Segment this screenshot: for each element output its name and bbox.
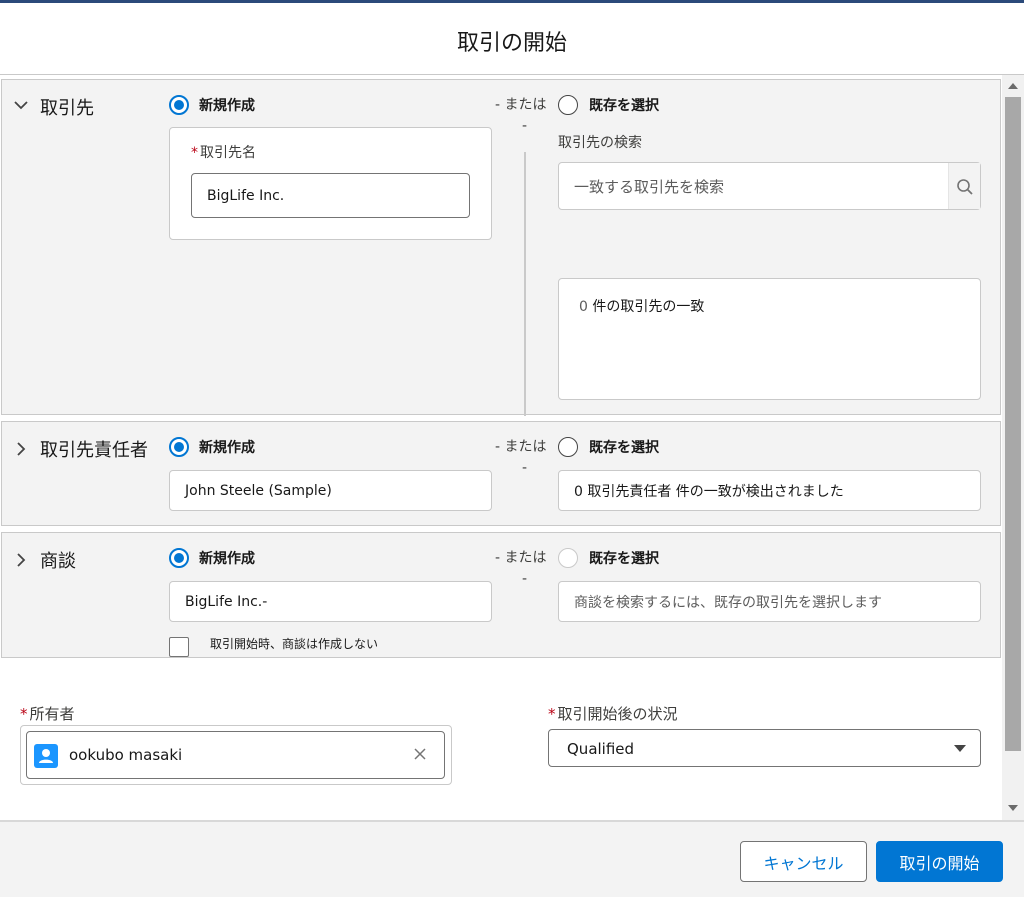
owner-lookup: ookubo masaki [20, 725, 452, 785]
opportunity-search-field[interactable]: 商談を検索するには、既存の取引先を選択します [558, 581, 981, 622]
account-name-input[interactable]: BigLife Inc. [191, 173, 470, 218]
account-search-label: 取引先の検索 [558, 135, 642, 151]
contact-name-input[interactable]: John Steele (Sample) [169, 470, 492, 511]
account-dash: - [522, 118, 528, 134]
chevron-right-icon[interactable] [12, 440, 30, 458]
account-search-button[interactable] [948, 163, 980, 209]
convert-lead-dialog: 取引の開始 取引先 新規作成 - または - 既存を選択 * 取引先名 BigLi… [0, 3, 1024, 897]
dialog-footer: キャンセル 取引の開始 [0, 820, 1024, 897]
account-search-placeholder: 一致する取引先を検索 [574, 178, 725, 196]
contact-existing-radio[interactable] [558, 437, 578, 457]
account-existing-label: 既存を選択 [589, 98, 659, 114]
chevron-down-icon[interactable] [12, 96, 30, 114]
contact-new-label: 新規作成 [199, 440, 255, 456]
account-existing-radio[interactable] [558, 95, 578, 115]
convert-button[interactable]: 取引の開始 [876, 841, 1003, 882]
status-select[interactable]: Qualified [548, 729, 981, 767]
account-divider [524, 152, 526, 416]
close-icon[interactable] [412, 746, 428, 762]
account-new-radio[interactable] [169, 95, 189, 115]
opportunity-new-radio[interactable] [169, 548, 189, 568]
contact-new-radio[interactable] [169, 437, 189, 457]
dialog-header: 取引の開始 [0, 3, 1024, 75]
account-or-text: - または [495, 97, 547, 113]
opportunity-section: 商談 新規作成 - または - 既存を選択 BigLife Inc.- 商談を検… [1, 532, 1001, 658]
cancel-button[interactable]: キャンセル [740, 841, 867, 882]
contact-or-text: - または [495, 439, 547, 455]
account-section: 取引先 新規作成 - または - 既存を選択 * 取引先名 BigLife Inc… [1, 79, 1001, 416]
no-opportunity-checkbox[interactable] [169, 637, 189, 657]
owner-name: ookubo masaki [69, 746, 183, 764]
opportunity-existing-label: 既存を選択 [589, 551, 659, 567]
account-name-label: * 取引先名 [191, 145, 256, 161]
account-new-label: 新規作成 [199, 98, 255, 114]
account-new-card: * 取引先名 BigLife Inc. [169, 127, 492, 240]
owner-label: * 所有者 [20, 705, 75, 723]
opportunity-name-input[interactable]: BigLife Inc.- [169, 581, 492, 622]
account-section-title: 取引先 [40, 98, 94, 119]
opportunity-section-title: 商談 [40, 551, 76, 572]
vertical-scrollbar[interactable] [1002, 75, 1024, 820]
contact-section: 取引先責任者 新規作成 - または - 既存を選択 John Steele (S… [1, 421, 1001, 526]
contact-section-title: 取引先責任者 [40, 440, 148, 461]
contact-existing-label: 既存を選択 [589, 440, 659, 456]
dialog-title: 取引の開始 [456, 31, 567, 56]
account-results-text: 0 件の取引先の一致 [579, 299, 705, 315]
dialog-body: 取引先 新規作成 - または - 既存を選択 * 取引先名 BigLife Inc… [0, 75, 1002, 820]
contact-match-field[interactable]: 0 取引先責任者 件の一致が検出されました [558, 470, 981, 511]
chevron-right-icon[interactable] [12, 551, 30, 569]
opportunity-new-label: 新規作成 [199, 551, 255, 567]
scroll-up-arrow-icon[interactable] [1008, 83, 1018, 89]
search-icon [957, 179, 973, 195]
opportunity-existing-radio[interactable] [558, 548, 578, 568]
scroll-down-arrow-icon[interactable] [1008, 805, 1018, 811]
opportunity-dash: - [522, 571, 528, 587]
opportunity-or-text: - または [495, 550, 547, 566]
contact-dash: - [522, 460, 528, 476]
no-opportunity-label: 取引開始時、商談は作成しない [210, 637, 379, 651]
status-label: * 取引開始後の状況 [548, 705, 678, 723]
scroll-thumb[interactable] [1005, 97, 1021, 751]
owner-pill[interactable]: ookubo masaki [26, 731, 445, 779]
account-search-input[interactable]: 一致する取引先を検索 [558, 162, 981, 210]
user-avatar-icon [34, 744, 58, 768]
caret-down-icon [954, 745, 966, 752]
account-results-panel: 0 件の取引先の一致 [558, 278, 981, 400]
status-value: Qualified [567, 740, 635, 758]
